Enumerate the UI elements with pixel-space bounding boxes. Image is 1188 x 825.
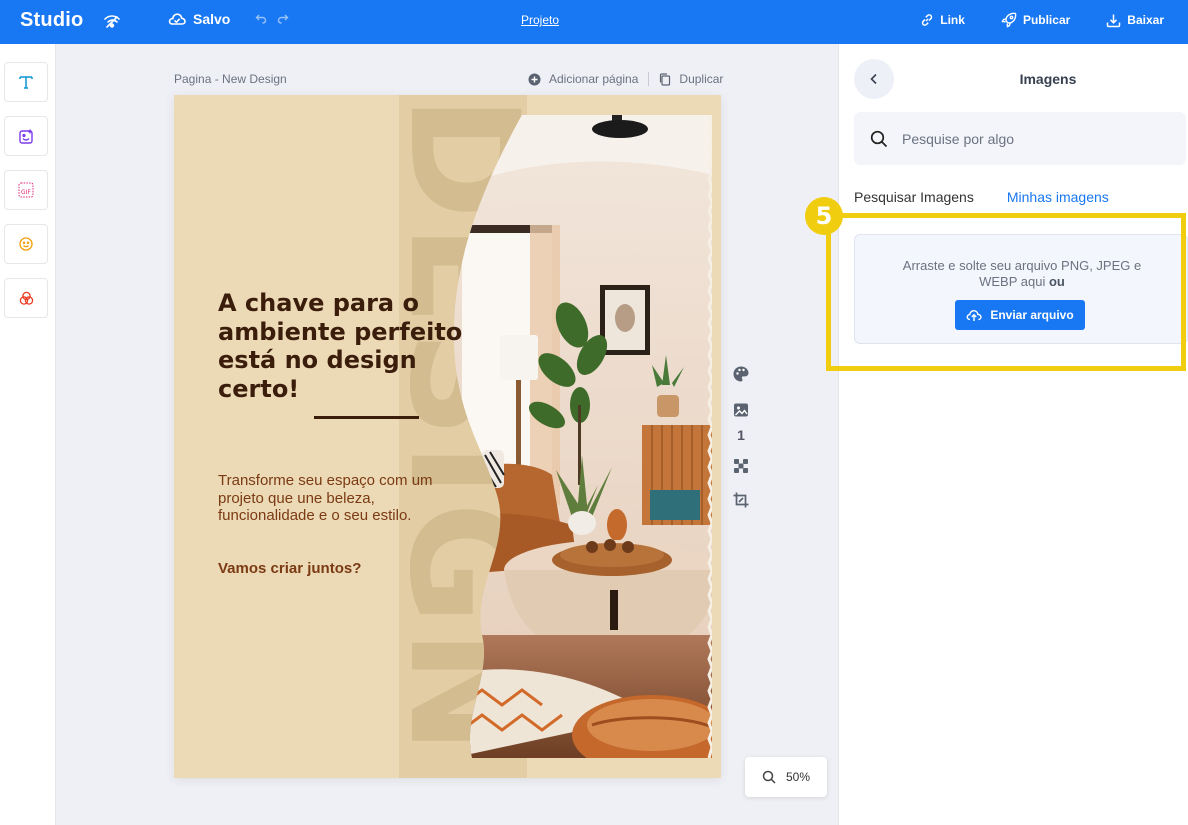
- design-body-text[interactable]: Transforme seu espaço com um projeto que…: [218, 472, 448, 525]
- download-button[interactable]: Baixar: [1106, 12, 1164, 28]
- shapes-icon: [19, 291, 33, 305]
- page-number: 1: [737, 427, 745, 443]
- step-badge: 5: [805, 197, 843, 235]
- sticker-icon: [18, 129, 33, 144]
- publish-label: Publicar: [1022, 13, 1071, 27]
- design-headline[interactable]: A chave para o ambiente perfeito está no…: [218, 289, 478, 403]
- page-title: Pagina - New Design: [174, 72, 287, 86]
- emoji-icon: [19, 237, 33, 251]
- publish-button[interactable]: Publicar: [1001, 12, 1070, 28]
- add-circle-icon[interactable]: [528, 73, 541, 86]
- top-bar: Studio Salvo Projeto Link Publicar Baixa…: [0, 0, 1188, 44]
- search-icon: [762, 770, 776, 784]
- link-icon: [922, 14, 933, 26]
- svg-text:GIF: GIF: [21, 189, 31, 196]
- headline-underline[interactable]: [314, 416, 419, 419]
- images-panel: Imagens Pesquisar Imagens Minhas imagens…: [838, 44, 1188, 825]
- crop-icon[interactable]: [732, 491, 750, 509]
- tutorial-highlight: [826, 213, 1186, 371]
- duplicate-button[interactable]: Duplicar: [679, 72, 723, 86]
- emoji-tool-button[interactable]: [4, 224, 48, 264]
- sticker-tool-button[interactable]: [4, 116, 48, 156]
- add-page-button[interactable]: Adicionar página: [549, 72, 638, 86]
- design-cta-text[interactable]: Vamos criar juntos?: [218, 560, 361, 577]
- image-search[interactable]: [854, 112, 1186, 165]
- link-button[interactable]: Link: [920, 12, 965, 28]
- left-toolbar: GIF: [0, 44, 56, 825]
- interior-photo[interactable]: [452, 115, 712, 758]
- gif-tool-button[interactable]: GIF: [4, 170, 48, 210]
- download-icon: [1107, 14, 1121, 27]
- palette-icon[interactable]: [732, 365, 750, 383]
- page-actions: Adicionar página Duplicar: [528, 72, 723, 86]
- link-label: Link: [940, 13, 965, 27]
- design-page[interactable]: DESIGN A chave para o ambiente perfeito …: [174, 95, 721, 778]
- duplicate-icon[interactable]: [659, 72, 671, 86]
- panel-tabs: Pesquisar Imagens Minhas imagens: [854, 189, 1109, 205]
- search-icon: [870, 130, 888, 147]
- divider: [648, 72, 650, 86]
- panel-title: Imagens: [1019, 71, 1077, 87]
- tab-my-images[interactable]: Minhas imagens: [1007, 189, 1109, 205]
- zoom-level: 50%: [785, 770, 811, 784]
- top-actions: Link Publicar Baixar: [884, 12, 1164, 28]
- image-icon[interactable]: [732, 401, 750, 419]
- gif-icon: GIF: [18, 182, 34, 198]
- text-tool-button[interactable]: [4, 62, 48, 102]
- text-icon: [19, 76, 33, 89]
- shapes-tool-button[interactable]: [4, 278, 48, 318]
- search-input[interactable]: [902, 130, 1162, 147]
- tab-search-images[interactable]: Pesquisar Imagens: [854, 189, 974, 205]
- grid-icon[interactable]: [732, 457, 750, 475]
- rocket-icon: [1001, 12, 1017, 28]
- download-label: Baixar: [1127, 13, 1164, 27]
- zoom-control[interactable]: 50%: [745, 757, 827, 797]
